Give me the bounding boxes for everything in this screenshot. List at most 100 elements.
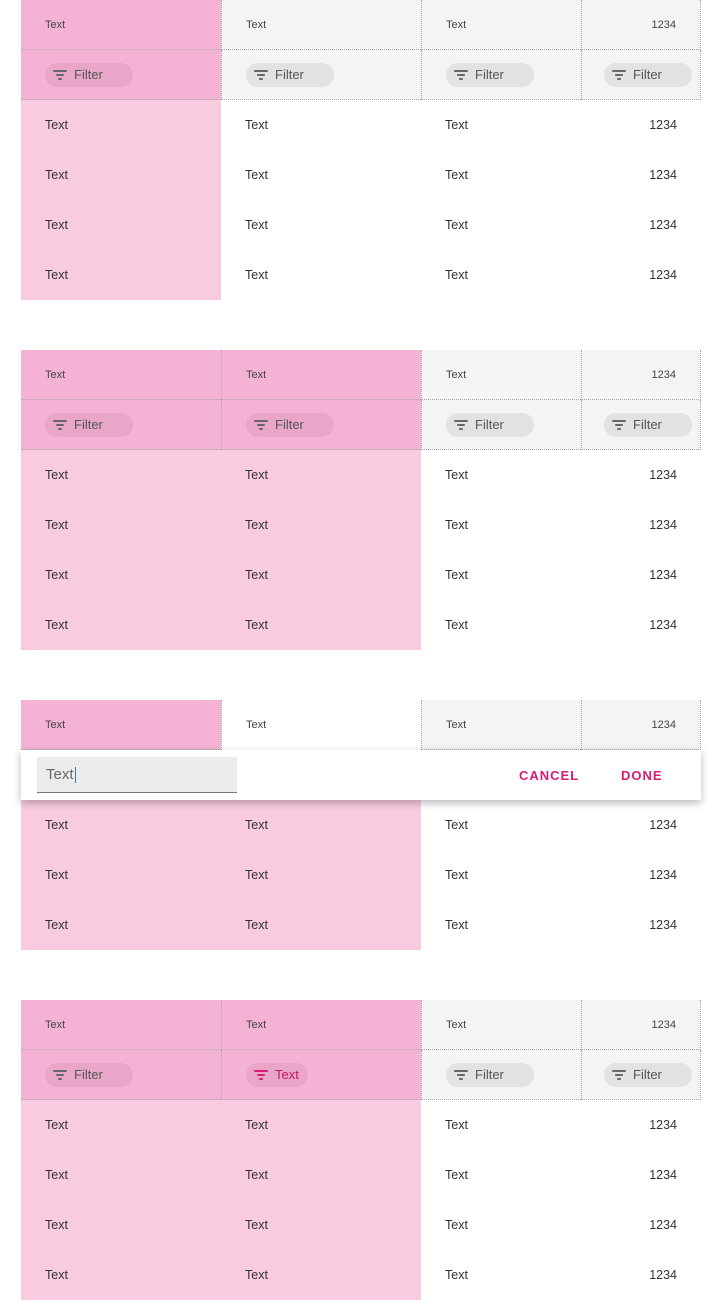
filter-chip[interactable]: Filter [45, 1062, 133, 1087]
table-cell[interactable]: Text [21, 550, 221, 600]
table-cell[interactable]: Text [421, 450, 581, 500]
filter-chip[interactable]: Filter [604, 62, 692, 87]
filter-chip[interactable]: Filter [446, 1062, 534, 1087]
filter-chip[interactable]: Filter [446, 412, 534, 437]
table-cell[interactable]: Text [421, 100, 581, 150]
column-header[interactable]: Text [221, 1000, 421, 1050]
table-cell[interactable]: 1234 [581, 1150, 701, 1200]
column-header[interactable]: Text [221, 700, 421, 750]
table-cell[interactable]: Text [421, 250, 581, 300]
table-cell[interactable]: Text [21, 800, 221, 850]
table-cell[interactable]: Text [421, 600, 581, 650]
table-cell[interactable]: Text [221, 450, 421, 500]
table-cell[interactable]: Text [21, 450, 221, 500]
table-cell[interactable]: Text [21, 900, 221, 950]
column-header[interactable]: Text [21, 700, 221, 750]
table-cell[interactable]: Text [21, 1250, 221, 1300]
column-header[interactable]: Text [421, 350, 581, 400]
column-header[interactable]: 1234 [581, 350, 701, 400]
table-cell[interactable]: Text [421, 800, 581, 850]
table-cell[interactable]: 1234 [581, 450, 701, 500]
column-header[interactable]: Text [21, 350, 221, 400]
table-cell[interactable]: 1234 [581, 900, 701, 950]
table-cell[interactable]: 1234 [581, 1200, 701, 1250]
table-row[interactable]: Text Text Text 1234 [21, 1250, 701, 1300]
table-row[interactable]: Text Text Text 1234 [21, 1100, 701, 1150]
filter-chip[interactable]: Filter [246, 62, 334, 87]
table-cell[interactable]: 1234 [581, 250, 701, 300]
column-header[interactable]: 1234 [581, 700, 701, 750]
table-cell[interactable]: Text [421, 500, 581, 550]
table-cell[interactable]: Text [221, 550, 421, 600]
table-cell[interactable]: 1234 [581, 1250, 701, 1300]
table-cell[interactable]: 1234 [581, 150, 701, 200]
table-row[interactable]: Text Text Text 1234 [21, 450, 701, 500]
table-cell[interactable]: 1234 [581, 600, 701, 650]
table-row[interactable]: Text Text Text 1234 [21, 800, 701, 850]
table-cell[interactable]: Text [21, 600, 221, 650]
filter-text-input[interactable]: Text [37, 757, 237, 793]
table-cell[interactable]: Text [221, 200, 421, 250]
table-cell[interactable]: Text [221, 150, 421, 200]
column-header[interactable]: Text [421, 0, 581, 50]
table-cell[interactable]: Text [421, 150, 581, 200]
filter-chip[interactable]: Filter [246, 412, 334, 437]
table-cell[interactable]: Text [221, 100, 421, 150]
active-filter-chip[interactable]: Text [246, 1062, 308, 1087]
table-row[interactable]: Text Text Text 1234 [21, 600, 701, 650]
column-header[interactable]: Text [21, 1000, 221, 1050]
filter-chip[interactable]: Filter [604, 1062, 692, 1087]
table-cell[interactable]: Text [421, 1200, 581, 1250]
table-cell[interactable]: Text [221, 1100, 421, 1150]
cancel-button[interactable]: CANCEL [519, 750, 579, 800]
column-header[interactable]: Text [21, 0, 221, 50]
table-row[interactable]: Text Text Text 1234 [21, 850, 701, 900]
table-cell[interactable]: Text [421, 1150, 581, 1200]
table-cell[interactable]: Text [421, 900, 581, 950]
column-header[interactable]: Text [421, 700, 581, 750]
table-row[interactable]: Text Text Text 1234 [21, 150, 701, 200]
table-cell[interactable]: Text [21, 1200, 221, 1250]
table-cell[interactable]: Text [221, 800, 421, 850]
filter-chip[interactable]: Filter [45, 62, 133, 87]
table-cell[interactable]: 1234 [581, 100, 701, 150]
table-cell[interactable]: Text [421, 1250, 581, 1300]
table-row[interactable]: Text Text Text 1234 [21, 1150, 701, 1200]
table-cell[interactable]: Text [221, 900, 421, 950]
table-cell[interactable]: Text [21, 1100, 221, 1150]
table-cell[interactable]: Text [421, 550, 581, 600]
table-cell[interactable]: Text [221, 1150, 421, 1200]
column-header[interactable]: 1234 [581, 1000, 701, 1050]
table-cell[interactable]: Text [421, 850, 581, 900]
table-row[interactable]: Text Text Text 1234 [21, 550, 701, 600]
table-cell[interactable]: Text [221, 600, 421, 650]
table-row[interactable]: Text Text Text 1234 [21, 100, 701, 150]
table-cell[interactable]: Text [21, 100, 221, 150]
table-row[interactable]: Text Text Text 1234 [21, 500, 701, 550]
table-cell[interactable]: 1234 [581, 500, 701, 550]
column-header[interactable]: 1234 [581, 0, 701, 50]
done-button[interactable]: DONE [621, 750, 663, 800]
table-cell[interactable]: Text [21, 150, 221, 200]
table-row[interactable]: Text Text Text 1234 [21, 250, 701, 300]
column-header[interactable]: Text [421, 1000, 581, 1050]
table-cell[interactable]: Text [21, 1150, 221, 1200]
table-cell[interactable]: Text [221, 1250, 421, 1300]
table-cell[interactable]: Text [21, 500, 221, 550]
table-cell[interactable]: Text [221, 1200, 421, 1250]
table-cell[interactable]: 1234 [581, 800, 701, 850]
table-row[interactable]: Text Text Text 1234 [21, 900, 701, 950]
table-cell[interactable]: Text [421, 200, 581, 250]
table-cell[interactable]: Text [221, 850, 421, 900]
table-cell[interactable]: 1234 [581, 1100, 701, 1150]
table-cell[interactable]: 1234 [581, 200, 701, 250]
table-cell[interactable]: Text [421, 1100, 581, 1150]
table-cell[interactable]: Text [21, 850, 221, 900]
table-cell[interactable]: Text [21, 250, 221, 300]
table-cell[interactable]: Text [221, 250, 421, 300]
table-cell[interactable]: 1234 [581, 550, 701, 600]
table-row[interactable]: Text Text Text 1234 [21, 200, 701, 250]
table-cell[interactable]: Text [21, 200, 221, 250]
column-header[interactable]: Text [221, 350, 421, 400]
filter-chip[interactable]: Filter [446, 62, 534, 87]
